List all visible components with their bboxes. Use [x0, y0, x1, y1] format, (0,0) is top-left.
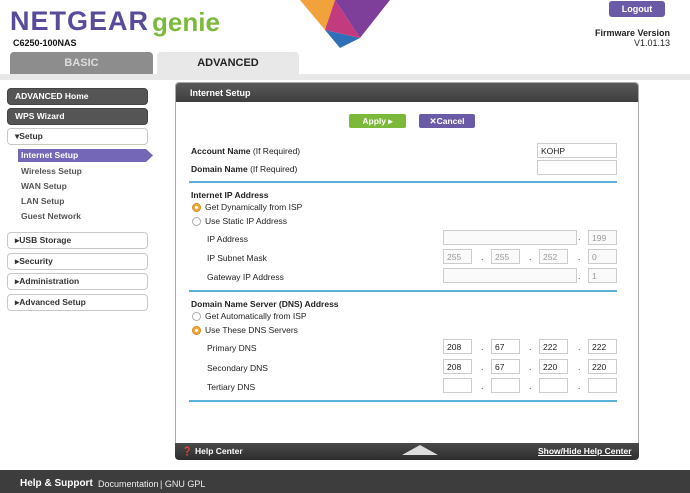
ip-static-radio[interactable]	[192, 217, 201, 226]
secondary-dns-octet-1[interactable]: 208	[443, 359, 472, 374]
domain-name-input[interactable]	[537, 160, 617, 175]
secondary-dns-octet-3[interactable]: 220	[539, 359, 568, 374]
logout-button[interactable]: Logout	[609, 1, 665, 17]
ip-separator: .	[529, 381, 532, 391]
gateway-octet-4[interactable]: 1	[588, 268, 617, 283]
ip-separator: .	[481, 252, 484, 262]
ip-separator: .	[578, 342, 581, 352]
section-divider	[189, 400, 617, 402]
sidebar-item-wps-wizard[interactable]: WPS Wizard	[7, 108, 148, 125]
panel-title: Internet Setup	[176, 83, 638, 102]
sidebar-subitem-wireless-setup[interactable]: Wireless Setup	[21, 166, 82, 176]
primary-dns-octet-2[interactable]: 67	[491, 339, 520, 354]
secondary-dns-octet-4[interactable]: 220	[588, 359, 617, 374]
help-center-link[interactable]: ❓ Help Center	[182, 446, 243, 457]
ip-static-label: Use Static IP Address	[205, 216, 288, 226]
sidebar-item-usb-storage[interactable]: ▸USB Storage	[7, 232, 148, 249]
expand-help-icon[interactable]	[402, 445, 438, 455]
tertiary-dns-label: Tertiary DNS	[207, 382, 256, 392]
show-hide-help-link[interactable]: Show/Hide Help Center	[538, 446, 632, 456]
ip-separator: .	[481, 342, 484, 352]
ip-separator: .	[578, 381, 581, 391]
sidebar-subitem-wan-setup[interactable]: WAN Setup	[21, 181, 67, 191]
gateway-field[interactable]	[443, 268, 577, 283]
ip-address-field[interactable]	[443, 230, 577, 245]
sidebar-item-advanced-setup[interactable]: ▸Advanced Setup	[7, 294, 148, 311]
tab-underline	[0, 74, 690, 80]
ip-address-label: IP Address	[207, 234, 248, 244]
ip-separator: .	[578, 362, 581, 372]
sidebar-subitem-internet-setup[interactable]: Internet Setup	[18, 149, 146, 162]
sidebar-item-administration[interactable]: ▸Administration	[7, 273, 148, 290]
primary-dns-octet-1[interactable]: 208	[443, 339, 472, 354]
firmware-version: V1.01.13	[633, 38, 670, 48]
apply-button[interactable]: Apply ▸	[349, 114, 406, 128]
help-icon: ❓	[182, 446, 193, 456]
section-divider	[189, 290, 617, 292]
account-name-label: Account Name (If Required)	[191, 146, 301, 156]
sidebar-subitem-guest-network[interactable]: Guest Network	[21, 211, 81, 221]
secondary-dns-label: Secondary DNS	[207, 363, 268, 373]
ip-separator: .	[529, 362, 532, 372]
ip-separator: .	[481, 381, 484, 391]
firmware-label: Firmware Version	[594, 28, 670, 38]
subnet-octet-4[interactable]: 0	[588, 249, 617, 264]
tab-advanced[interactable]: ADVANCED	[157, 52, 299, 74]
gateway-label: Gateway IP Address	[207, 272, 284, 282]
sidebar-item-setup[interactable]: ▾Setup	[7, 128, 148, 145]
ip-separator: .	[578, 271, 581, 281]
active-pointer-icon	[146, 149, 153, 162]
dns-manual-radio[interactable]	[192, 326, 201, 335]
secondary-dns-octet-2[interactable]: 67	[491, 359, 520, 374]
ip-separator: .	[578, 232, 581, 242]
ip-separator: .	[529, 342, 532, 352]
cancel-button[interactable]: ✕Cancel	[419, 114, 475, 128]
subnet-octet-1[interactable]: 255	[443, 249, 472, 264]
gnu-gpl-link[interactable]: | GNU GPL	[160, 479, 205, 489]
subnet-octet-3[interactable]: 252	[539, 249, 568, 264]
sidebar-subitem-lan-setup[interactable]: LAN Setup	[21, 196, 64, 206]
ip-separator: .	[481, 362, 484, 372]
ip-address-octet-4[interactable]: 199	[588, 230, 617, 245]
tertiary-dns-octet-4[interactable]	[588, 378, 617, 393]
domain-name-label: Domain Name (If Required)	[191, 164, 298, 174]
subnet-mask-label: IP Subnet Mask	[207, 253, 267, 263]
ip-dynamic-radio[interactable]	[192, 203, 201, 212]
subnet-octet-2[interactable]: 255	[491, 249, 520, 264]
tertiary-dns-octet-1[interactable]	[443, 378, 472, 393]
tertiary-dns-octet-2[interactable]	[491, 378, 520, 393]
tab-basic[interactable]: BASIC	[10, 52, 153, 74]
account-name-input[interactable]: KOHP	[537, 143, 617, 158]
dns-auto-radio[interactable]	[192, 312, 201, 321]
dns-manual-label: Use These DNS Servers	[205, 325, 298, 335]
footer-title: Help & Support	[20, 478, 93, 489]
ip-dynamic-label: Get Dynamically from ISP	[205, 202, 303, 212]
primary-dns-octet-4[interactable]: 222	[588, 339, 617, 354]
sidebar-item-security[interactable]: ▸Security	[7, 253, 148, 270]
dns-auto-label: Get Automatically from ISP	[205, 311, 307, 321]
documentation-link[interactable]: Documentation	[98, 479, 159, 489]
genie-logo: genie	[152, 7, 220, 37]
tertiary-dns-octet-3[interactable]	[539, 378, 568, 393]
sidebar-item-advanced-home[interactable]: ADVANCED Home	[7, 88, 148, 105]
decorative-star-graphic	[300, 0, 390, 48]
dns-section-title: Domain Name Server (DNS) Address	[191, 299, 339, 309]
netgear-logo: NETGEAR	[10, 6, 150, 36]
model-number: C6250-100NAS	[13, 38, 77, 48]
section-divider	[189, 181, 617, 183]
ip-separator: .	[529, 252, 532, 262]
ip-separator: .	[578, 252, 581, 262]
primary-dns-label: Primary DNS	[207, 343, 257, 353]
internet-ip-section-title: Internet IP Address	[191, 190, 269, 200]
primary-dns-octet-3[interactable]: 222	[539, 339, 568, 354]
